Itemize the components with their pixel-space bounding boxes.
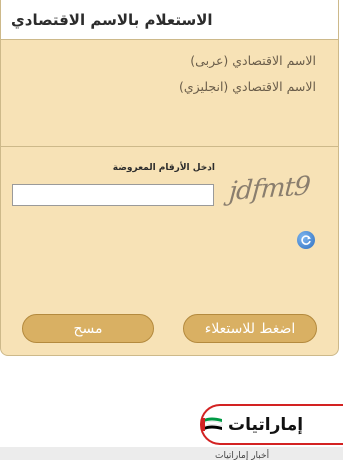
info-line-arabic-name: الاسم الاقتصادي (عربى) [190,53,316,68]
uae-flag-icon [202,417,223,431]
captcha-image: jdfmt9 [228,171,311,207]
section-divider [1,146,338,147]
panel-title: الاستعلام بالاسم الاقتصادي [11,10,213,29]
panel-header: الاستعلام بالاسم الاقتصادي [1,0,338,40]
bottom-strip [0,447,343,460]
clear-button[interactable]: مسح [22,314,154,343]
brand-name: إماراتيات [228,414,304,435]
info-line-english-name: الاسم الاقتصادي (انجليزي) [178,79,316,94]
query-panel: الاستعلام بالاسم الاقتصادي الاسم الاقتصا… [0,0,339,356]
refresh-arrows-icon [301,235,311,245]
info-lines: الاسم الاقتصادي (عربى) الاسم الاقتصادي (… [179,48,316,100]
captcha-input[interactable] [12,184,214,206]
brand-logo[interactable]: إماراتيات [200,404,343,445]
captcha-label: ادخل الأرقام المعروضة [112,163,215,173]
refresh-icon[interactable] [297,231,315,249]
submit-query-button[interactable]: اضغط للاستعلاء [183,314,317,343]
